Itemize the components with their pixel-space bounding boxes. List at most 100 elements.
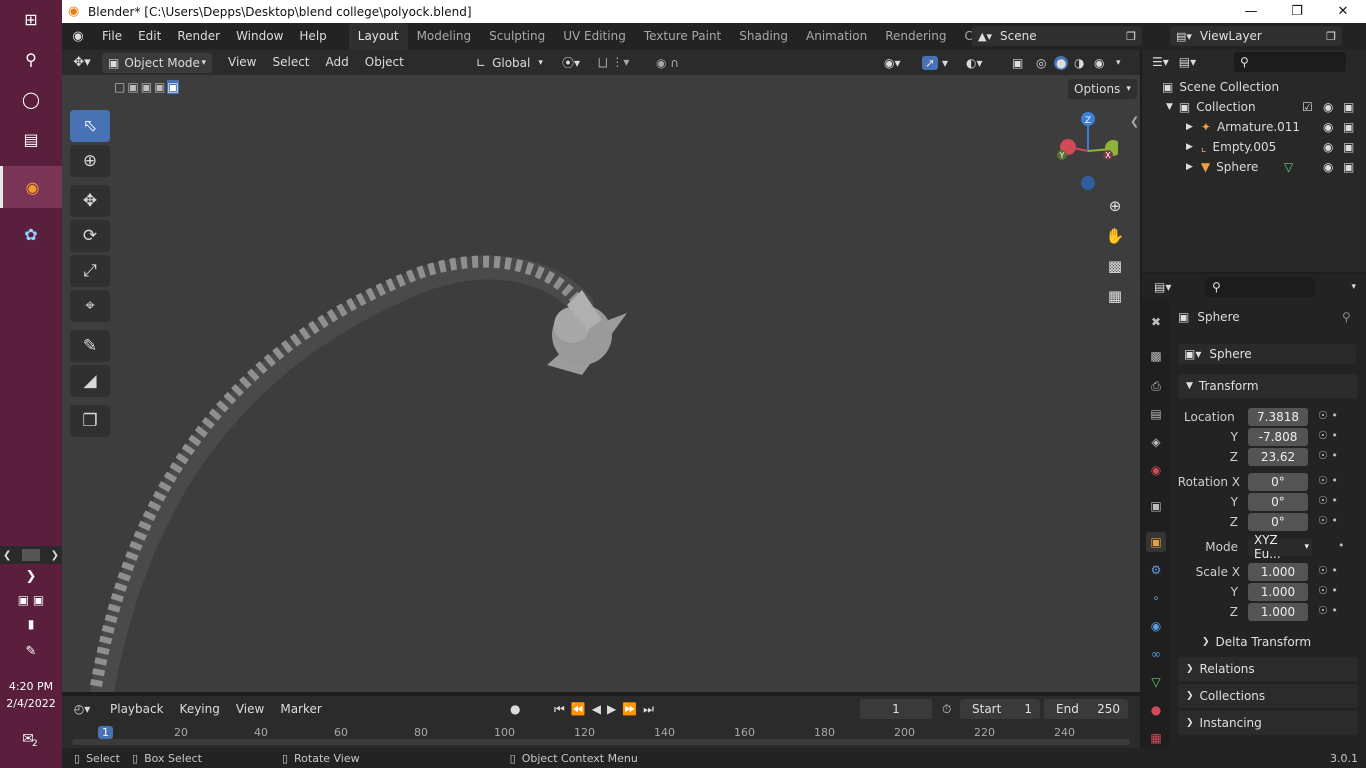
outliner-item-sphere[interactable]: ▶ ▼ Sphere ▽ ◉ ▣: [1142, 157, 1366, 177]
wireframe-shading-icon[interactable]: ◎: [1036, 56, 1046, 70]
tl-menu-playback[interactable]: Playback: [102, 696, 172, 723]
maximize-button[interactable]: ❐: [1274, 0, 1320, 23]
auto-keying-icon[interactable]: ●: [510, 702, 520, 716]
location-x-field[interactable]: 7.3818: [1248, 408, 1308, 426]
gizmo-toggle-icon[interactable]: ➚: [922, 55, 939, 70]
tl-menu-view[interactable]: View: [228, 696, 272, 723]
gizmo-dropdown-icon[interactable]: ▾: [942, 56, 948, 70]
vp-menu-view[interactable]: View: [220, 49, 264, 76]
data-tab-icon[interactable]: ▽: [1146, 672, 1166, 692]
menu-edit[interactable]: Edit: [130, 23, 169, 50]
render-camera-icon[interactable]: ▣: [1343, 160, 1354, 174]
start-frame-field[interactable]: Start 1: [960, 699, 1040, 719]
pivot-point-icon[interactable]: ⦿▾: [562, 54, 580, 71]
close-button[interactable]: ✕: [1320, 0, 1366, 23]
editor-type-icon[interactable]: ✥▾: [62, 55, 102, 70]
eye-icon[interactable]: ◉: [1323, 140, 1333, 154]
tab-modeling[interactable]: Modeling: [408, 23, 481, 50]
mode-dropdown[interactable]: ▣ Object Mode ▾: [102, 52, 212, 73]
end-frame-field[interactable]: End 250: [1044, 699, 1128, 719]
tool-tab-icon[interactable]: ✖: [1146, 312, 1166, 332]
material-tab-icon[interactable]: ●: [1146, 700, 1166, 720]
menu-render[interactable]: Render: [169, 23, 228, 50]
orientation-dropdown[interactable]: ∟ Global ▾: [476, 53, 543, 73]
taskbar-clock[interactable]: 4:20 PM 2/4/2022: [0, 678, 62, 712]
render-camera-icon[interactable]: ▣: [1343, 100, 1354, 114]
tab-uv-editing[interactable]: UV Editing: [554, 23, 635, 50]
shading-dropdown-icon[interactable]: ▾: [1116, 58, 1121, 68]
current-frame-field[interactable]: 1: [860, 699, 932, 719]
clock-icon[interactable]: ⏱: [942, 702, 951, 717]
relations-panel[interactable]: ❯ Relations: [1178, 657, 1358, 681]
minimize-button[interactable]: —: [1228, 0, 1274, 23]
checkbox-icon[interactable]: ☑: [1302, 100, 1313, 114]
menu-file[interactable]: File: [94, 23, 130, 50]
instancing-panel[interactable]: ❯ Instancing: [1178, 711, 1358, 735]
lock-icon[interactable]: ☉ •: [1318, 409, 1338, 422]
scale-x-field[interactable]: 1.000: [1248, 563, 1308, 581]
object-datablock-field[interactable]: ▣▾ Sphere: [1178, 344, 1356, 364]
lock-icon[interactable]: ☉ •: [1318, 514, 1338, 527]
cortana-icon[interactable]: ◯: [0, 80, 62, 118]
outliner-search[interactable]: ⚲: [1234, 52, 1346, 72]
playback-controls[interactable]: ⏮⏪◀▶⏩⏭: [554, 702, 660, 717]
chevron-right-icon[interactable]: ❯: [51, 550, 59, 561]
tray-icons[interactable]: ▣ ▣: [0, 588, 62, 612]
outliner-item-empty[interactable]: ▶ ⌞ Empty.005 ◉ ▣: [1142, 137, 1366, 157]
properties-search[interactable]: ⚲: [1206, 277, 1314, 297]
location-z-field[interactable]: 23.62: [1248, 448, 1308, 466]
location-y-field[interactable]: -7.808: [1248, 428, 1308, 446]
tab-rendering[interactable]: Rendering: [876, 23, 955, 50]
render-tab-icon[interactable]: ▩: [1146, 346, 1166, 366]
tab-animation[interactable]: Animation: [797, 23, 876, 50]
3d-viewport[interactable]: □ ▣ ▣ ▣ ▣ Options ▾ ❮ ⬁ ⊕ ✥ ⟳ ⤢ ⌖ ✎ ◢ ❐ …: [62, 75, 1140, 692]
expand-arrow-icon[interactable]: ▶: [1186, 122, 1193, 132]
scroll-thumb[interactable]: [22, 549, 40, 561]
modifier-tab-icon[interactable]: ⚙: [1146, 560, 1166, 580]
vp-menu-select[interactable]: Select: [264, 49, 317, 76]
battery-icon[interactable]: ▮: [0, 612, 62, 636]
xray-icon[interactable]: ▣: [1012, 56, 1023, 70]
expand-arrow-icon[interactable]: ▼: [1166, 102, 1173, 112]
vp-menu-object[interactable]: Object: [357, 49, 412, 76]
world-tab-icon[interactable]: ◉: [1146, 460, 1166, 480]
object-tab-icon[interactable]: ▣: [1146, 532, 1166, 552]
lock-icon[interactable]: ☉ •: [1318, 474, 1338, 487]
delta-transform-panel[interactable]: ❯ Delta Transform: [1194, 630, 1358, 654]
lock-icon[interactable]: ☉ •: [1318, 494, 1338, 507]
chevron-left-icon[interactable]: ❮: [3, 550, 11, 561]
menu-help[interactable]: Help: [291, 23, 334, 50]
snap-icon[interactable]: ⨆ ⋮▾: [598, 55, 629, 70]
scale-z-field[interactable]: 1.000: [1248, 603, 1308, 621]
visibility-icon[interactable]: ◉▾: [884, 56, 901, 70]
rotation-y-field[interactable]: 0°: [1248, 493, 1308, 511]
eye-icon[interactable]: ◉: [1323, 100, 1333, 114]
pin-icon[interactable]: ⚲: [1342, 310, 1351, 324]
material-shading-icon[interactable]: ◑: [1074, 56, 1084, 70]
texture-tab-icon[interactable]: ▦: [1146, 728, 1166, 748]
solid-shading-icon[interactable]: ●: [1054, 55, 1069, 70]
display-mode-icon[interactable]: ▤▾: [1179, 55, 1196, 69]
scene-selector[interactable]: ▲▾ Scene ❐: [972, 26, 1142, 46]
render-camera-icon[interactable]: ▣: [1343, 140, 1354, 154]
render-camera-icon[interactable]: ▣: [1343, 120, 1354, 134]
windows-start-icon[interactable]: ⊞: [0, 0, 62, 38]
rotation-mode-dropdown[interactable]: XYZ Eu... ▾: [1248, 533, 1312, 561]
paint-app-icon[interactable]: ✿: [0, 214, 62, 254]
search-icon[interactable]: ⚲: [0, 40, 62, 78]
chevron-down-icon[interactable]: ▾: [1351, 282, 1356, 292]
lock-icon[interactable]: ☉ •: [1318, 564, 1338, 577]
proportional-edit-icon[interactable]: ◉ ∩: [656, 56, 679, 70]
lock-icon[interactable]: ☉ •: [1318, 584, 1338, 597]
lock-icon[interactable]: ☉ •: [1318, 604, 1338, 617]
viewlayer-selector[interactable]: ▤▾ ViewLayer ❐: [1170, 26, 1342, 46]
tab-sculpting[interactable]: Sculpting: [480, 23, 554, 50]
menu-window[interactable]: Window: [228, 23, 291, 50]
eye-icon[interactable]: ◉: [1323, 120, 1333, 134]
tab-texture-paint[interactable]: Texture Paint: [635, 23, 730, 50]
outliner-editor-icon[interactable]: ☰▾: [1152, 55, 1169, 69]
rendered-shading-icon[interactable]: ◉: [1094, 56, 1104, 70]
view-layer-tab-icon[interactable]: ▤: [1146, 404, 1166, 424]
blender-menu-icon[interactable]: ◉: [62, 29, 94, 44]
physics-tab-icon[interactable]: ◉: [1146, 616, 1166, 636]
